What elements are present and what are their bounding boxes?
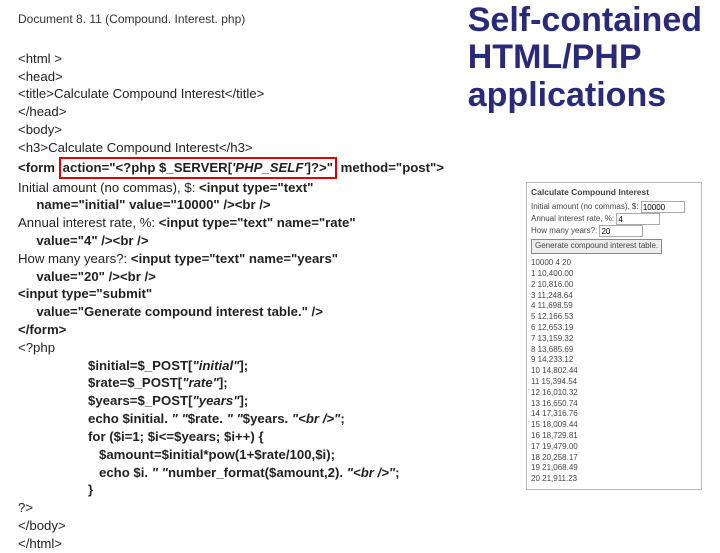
preview-heading: Calculate Compound Interest	[531, 187, 697, 198]
preview-submit-button[interactable]: Generate compound interest table.	[531, 239, 662, 254]
preview-row: 19 21,068.49	[531, 463, 697, 474]
preview-row: 11 15,394.54	[531, 377, 697, 388]
title-line-1: Self-contained	[468, 2, 702, 39]
preview-echo-line: 10000 4 20	[531, 258, 697, 269]
preview-row: 9 14,233.12	[531, 355, 697, 366]
preview-input-rate[interactable]	[616, 213, 660, 225]
title-line-2: HTML/PHP	[468, 39, 702, 76]
title-line-3: applications	[468, 77, 702, 114]
preview-row: 5 12,166.53	[531, 312, 697, 323]
preview-label-years: How many years?:	[531, 227, 597, 236]
preview-row: 16 18,729.81	[531, 431, 697, 442]
preview-label-rate: Annual interest rate, %:	[531, 215, 614, 224]
preview-input-years[interactable]	[599, 225, 643, 237]
preview-label-initial: Initial amount (no commas), $:	[531, 203, 639, 212]
preview-row: 1 10,400.00	[531, 269, 697, 280]
preview-row: 4 11,698.59	[531, 301, 697, 312]
preview-row: 10 14,802.44	[531, 366, 697, 377]
php-self-highlight: action="<?php $_SERVER['PHP_SELF']?>"	[59, 157, 337, 179]
preview-row: 13 16,650.74	[531, 399, 697, 410]
preview-row: 8 13,685.69	[531, 345, 697, 356]
preview-row: 12 16,010.32	[531, 388, 697, 399]
preview-row: 20 21,911.23	[531, 474, 697, 485]
preview-row: 6 12,653.19	[531, 323, 697, 334]
preview-row: 18 20,258.17	[531, 453, 697, 464]
preview-input-initial[interactable]	[641, 201, 685, 213]
output-preview: Calculate Compound Interest Initial amou…	[526, 182, 702, 490]
preview-row: 14 17,316.76	[531, 409, 697, 420]
preview-row: 2 10,816.00	[531, 280, 697, 291]
preview-table: 1 10,400.002 10,816.003 11,248.644 11,69…	[531, 269, 697, 485]
slide-title: Self-contained HTML/PHP applications	[468, 2, 702, 114]
preview-row: 3 11,248.64	[531, 291, 697, 302]
preview-row: 17 19,479.00	[531, 442, 697, 453]
preview-row: 7 13,159.32	[531, 334, 697, 345]
preview-row: 15 18,009.44	[531, 420, 697, 431]
